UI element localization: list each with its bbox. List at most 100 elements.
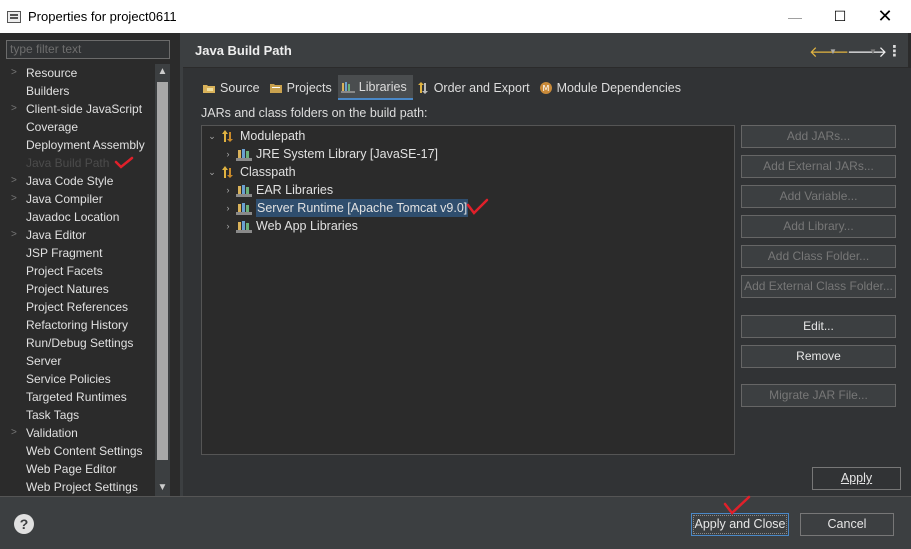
properties-item[interactable]: Builders	[5, 82, 155, 100]
properties-item[interactable]: Javadoc Location	[5, 208, 155, 226]
help-icon[interactable]: ?	[14, 514, 34, 534]
apply-button[interactable]: Apply	[812, 467, 901, 490]
properties-item[interactable]: JSP Fragment	[5, 244, 155, 262]
close-button[interactable]: ✕	[862, 0, 908, 33]
filter-input[interactable]: type filter text	[6, 40, 170, 59]
migrate-jar-file-button[interactable]: Migrate JAR File...	[741, 384, 896, 407]
red-check-mark-icon	[466, 198, 489, 215]
red-check-mark-icon	[114, 156, 134, 169]
add-variable-button[interactable]: Add Variable...	[741, 185, 896, 208]
properties-item[interactable]: Project References	[5, 298, 155, 316]
tree-node-label: Web App Libraries	[256, 219, 358, 233]
collapse-arrow-icon[interactable]: ›	[222, 199, 234, 217]
add-external-class-folder-button[interactable]: Add External Class Folder...	[741, 275, 896, 298]
library-entry[interactable]: › JRE System Library [JavaSE-17]	[222, 145, 438, 163]
add-library-button[interactable]: Add Library...	[741, 215, 896, 238]
add-class-folder-button[interactable]: Add Class Folder...	[741, 245, 896, 268]
build-path-tree[interactable]: ⌄ Modulepath › JRE System Library [JavaSE-1…	[201, 125, 735, 455]
add-external-jars-button[interactable]: Add External JARs...	[741, 155, 896, 178]
library-entry[interactable]: › Web App Libraries	[222, 217, 358, 235]
build-path-group[interactable]: ⌄ Classpath	[206, 163, 296, 181]
tab-label: Module Dependencies	[556, 80, 681, 95]
properties-scrollbar[interactable]: ▲ ▼	[155, 64, 170, 496]
properties-item[interactable]: Refactoring History	[5, 316, 155, 334]
tree-node-label: Server Runtime [Apache Tomcat v9.0]	[256, 199, 469, 217]
properties-item[interactable]: Task Tags	[5, 406, 155, 424]
tab-projects[interactable]: Projects	[266, 75, 338, 100]
forward-arrow-icon[interactable]: 🡒	[847, 42, 887, 61]
collapse-arrow-icon[interactable]: ›	[222, 181, 234, 199]
properties-item[interactable]: Java Compiler	[5, 190, 155, 208]
maximize-button[interactable]: ☐	[817, 0, 863, 33]
scroll-down-arrow-icon[interactable]: ▼	[155, 480, 170, 496]
tree-node-label: JRE System Library [JavaSE-17]	[256, 147, 439, 161]
dialog-footer: ? Apply and Close Cancel	[0, 495, 911, 549]
properties-item[interactable]: Java Editor	[5, 226, 155, 244]
collapse-arrow-icon[interactable]: ›	[222, 217, 234, 235]
view-menu-icon[interactable]: ⋮	[887, 42, 902, 60]
properties-item[interactable]: Service Policies	[5, 370, 155, 388]
properties-tree: ResourceBuildersClient-side JavaScriptCo…	[5, 64, 155, 496]
module-icon: M	[539, 81, 557, 94]
build-path-tabs: Source Projects Libraries Order and Export M…	[199, 75, 687, 100]
back-dropdown-icon[interactable]: ▼	[829, 47, 837, 56]
projects-icon	[269, 82, 287, 94]
properties-item[interactable]: Web Page Editor	[5, 460, 155, 478]
library-entry[interactable]: › Server Runtime [Apache Tomcat v9.0]	[222, 199, 469, 217]
properties-item[interactable]: Java Code Style	[5, 172, 155, 190]
tab-module-dependencies[interactable]: M Module Dependencies	[536, 75, 687, 100]
properties-item[interactable]: Client-side JavaScript	[5, 100, 155, 118]
tab-source[interactable]: Source	[199, 75, 266, 100]
properties-icon	[7, 10, 21, 23]
properties-item[interactable]: Project Natures	[5, 280, 155, 298]
properties-item[interactable]: Resource	[5, 64, 155, 82]
source-folder-icon	[202, 82, 220, 94]
properties-nav-panel: type filter text ResourceBuildersClient-…	[0, 33, 180, 496]
tab-order-and-export[interactable]: Order and Export	[413, 75, 536, 100]
add-jars-button[interactable]: Add JARs...	[741, 125, 896, 148]
tab-libraries[interactable]: Libraries	[337, 75, 413, 100]
expand-arrow-icon[interactable]: ⌄	[206, 127, 218, 145]
libraries-icon	[340, 81, 359, 93]
title-bar: Properties for project0611 — ☐ ✕	[0, 0, 911, 33]
window-title: Properties for project0611	[28, 9, 177, 24]
library-icon	[236, 201, 252, 215]
tree-node-label: Modulepath	[240, 129, 306, 143]
build-path-group[interactable]: ⌄ Modulepath	[206, 127, 305, 145]
remove-button[interactable]: Remove	[741, 345, 896, 368]
tree-node-label: Classpath	[240, 165, 296, 179]
collapse-arrow-icon[interactable]: ›	[222, 145, 234, 163]
properties-item[interactable]: Server	[5, 352, 155, 370]
properties-item[interactable]: Run/Debug Settings	[5, 334, 155, 352]
properties-item[interactable]: Project Facets	[5, 262, 155, 280]
properties-item[interactable]: Web Project Settings	[5, 478, 155, 496]
scroll-thumb[interactable]	[157, 82, 168, 460]
tab-label: Libraries	[358, 79, 407, 94]
tree-node-label: EAR Libraries	[256, 183, 334, 197]
properties-item[interactable]: Validation	[5, 424, 155, 442]
path-group-icon	[220, 165, 236, 179]
properties-item[interactable]: Coverage	[5, 118, 155, 136]
path-group-icon	[220, 129, 236, 143]
tab-label: Order and Export	[433, 80, 530, 95]
build-path-content: Source Projects Libraries Order and Export M…	[183, 68, 911, 496]
red-check-mark-icon	[723, 495, 751, 515]
properties-item[interactable]: Targeted Runtimes	[5, 388, 155, 406]
forward-dropdown-icon[interactable]: ▼	[869, 47, 877, 56]
tab-label: Source	[220, 80, 260, 95]
library-icon	[236, 147, 252, 161]
minimize-button[interactable]: —	[772, 0, 818, 33]
properties-item[interactable]: Deployment Assembly	[5, 136, 155, 154]
order-export-icon	[416, 81, 434, 94]
library-icon	[236, 183, 252, 197]
properties-item[interactable]: Web Content Settings	[5, 442, 155, 460]
build-path-description: JARs and class folders on the build path…	[201, 106, 428, 120]
library-icon	[236, 219, 252, 233]
cancel-button[interactable]: Cancel	[800, 513, 894, 536]
page-header: Java Build Path 🡐 ▼ 🡒 ▼ ⋮	[183, 33, 911, 68]
library-entry[interactable]: › EAR Libraries	[222, 181, 333, 199]
expand-arrow-icon[interactable]: ⌄	[206, 163, 218, 181]
edit-button[interactable]: Edit...	[741, 315, 896, 338]
tab-label: Projects	[286, 80, 332, 95]
scroll-up-arrow-icon[interactable]: ▲	[155, 64, 170, 80]
